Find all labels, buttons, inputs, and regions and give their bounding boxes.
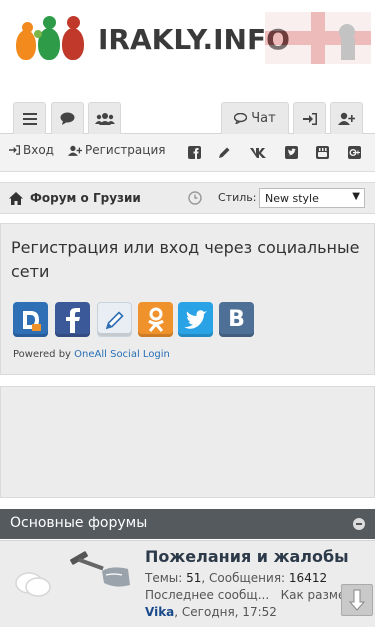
livejournal-login-button[interactable] (97, 302, 132, 337)
user-plus-icon (338, 112, 355, 125)
nav-tabs: Чат (0, 100, 375, 134)
login-link[interactable]: Вход (9, 143, 54, 157)
twitter-icon (284, 145, 298, 159)
empty-content-block (0, 386, 375, 498)
forum-complaints-image (70, 551, 130, 587)
odnoklassniki-login-button[interactable] (138, 302, 173, 337)
author-link[interactable]: Vika (145, 605, 174, 619)
powered-by-prefix: Powered by (13, 349, 71, 360)
livejournal-pencil-icon (105, 310, 124, 329)
menu-tab[interactable] (13, 102, 46, 134)
sign-in-icon (9, 145, 20, 155)
twitter-link[interactable] (284, 145, 298, 159)
youtube-icon (315, 145, 329, 159)
members-tab[interactable] (88, 102, 121, 134)
oneall-link[interactable]: OneAll Social Login (74, 349, 170, 360)
style-select-value: New style (265, 192, 319, 205)
breadcrumb: Форум о Грузии Стиль: New style ▼ (0, 182, 375, 214)
style-select[interactable]: New style ▼ (259, 188, 365, 208)
odnoklassniki-icon (147, 307, 164, 332)
chat-icon (234, 113, 248, 124)
facebook-login-button[interactable] (55, 302, 90, 337)
forum-status-icon (15, 572, 51, 597)
chat-tab-label: Чат (251, 111, 276, 126)
edit-link[interactable] (217, 145, 231, 159)
login-tab[interactable] (293, 102, 326, 134)
collapse-button[interactable] (353, 518, 365, 530)
logo-text: IRAKLY.INFO (98, 22, 290, 56)
clock-icon[interactable] (188, 191, 202, 205)
forum-stats: Темы: 51, Сообщения: 16412 (145, 571, 327, 585)
login-link-label: Вход (23, 143, 54, 157)
comment-icon (60, 112, 75, 125)
social-login-title: Регистрация или вход через социальные се… (11, 238, 360, 281)
home-icon[interactable] (9, 192, 23, 205)
breadcrumb-forum-link[interactable]: Форум о Грузии (30, 191, 141, 205)
arrow-down-icon (349, 589, 365, 611)
users-icon (94, 113, 115, 125)
facebook-icon (65, 307, 80, 333)
dropdown-arrow-icon: ▼ (352, 191, 360, 202)
social-login-panel: Регистрация или вход через социальные се… (0, 223, 375, 375)
sign-in-icon (302, 112, 317, 125)
vk-icon (249, 147, 266, 158)
topics-label: Темы: (145, 571, 183, 585)
last-post-time: , Сегодня, 17:52 (174, 605, 277, 619)
google-plus-icon (347, 145, 361, 159)
last-post-label: Последнее сообщ... (145, 588, 270, 602)
forum-section-header: Основные форумы (0, 509, 375, 539)
disqus-icon (22, 310, 41, 331)
last-post-info: Последнее сообщ... Как разме... (145, 588, 357, 602)
logo-figures (14, 16, 96, 62)
style-label: Стиль: (218, 191, 257, 204)
georgian-flag-decoration (265, 12, 371, 64)
posts-count: 16412 (288, 571, 328, 585)
disqus-login-button[interactable] (13, 302, 48, 337)
powered-by-text: Powered by OneAll Social Login (13, 349, 170, 360)
google-plus-link[interactable] (347, 145, 361, 159)
site-header: IRAKLY.INFO (0, 0, 375, 100)
chat-tab[interactable]: Чат (221, 102, 289, 134)
vk-link[interactable] (249, 145, 267, 159)
forum-title-link[interactable]: Пожелания и жалобы (145, 547, 349, 566)
forum-section-title: Основные форумы (10, 515, 148, 531)
twitter-login-button[interactable] (178, 302, 213, 337)
user-plus-icon (68, 145, 82, 156)
site-logo[interactable]: IRAKLY.INFO (14, 14, 290, 64)
scroll-down-button[interactable] (341, 584, 373, 616)
posts-label: , Сообщения: (201, 571, 286, 585)
facebook-icon (187, 145, 201, 159)
register-link-label: Регистрация (85, 143, 166, 157)
forum-row[interactable]: Пожелания и жалобы Темы: 51, Сообщения: … (0, 540, 375, 627)
vkontakte-login-button[interactable]: В (219, 302, 254, 337)
topics-count: 51 (186, 571, 202, 585)
youtube-link[interactable] (315, 145, 329, 159)
twitter-bird-icon (183, 309, 207, 329)
facebook-link[interactable] (187, 145, 201, 159)
menu-icon (22, 112, 37, 125)
messages-tab[interactable] (51, 102, 84, 134)
pencil-icon (218, 147, 229, 158)
user-toolbar: Вход Регистрация (0, 134, 375, 172)
register-link[interactable]: Регистрация (68, 143, 165, 157)
register-tab[interactable] (330, 102, 363, 134)
last-post-author: Vika, Сегодня, 17:52 (145, 605, 277, 619)
vkontakte-icon: В (228, 307, 245, 332)
